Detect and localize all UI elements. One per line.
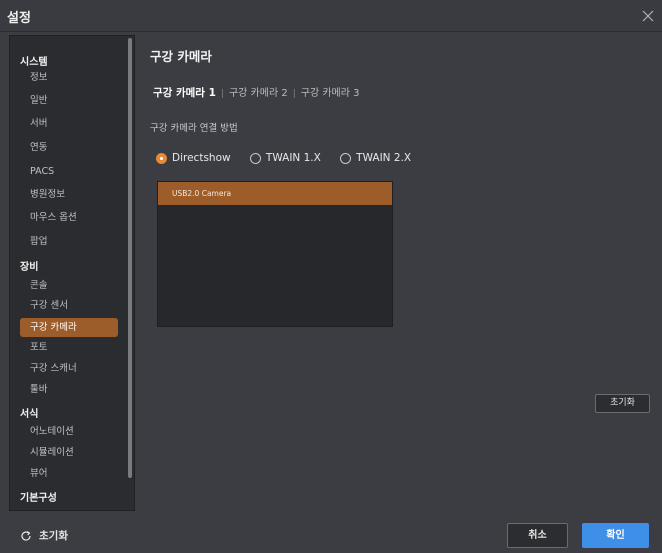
sidebar-group-basic-config: 기본구성 [20,493,57,504]
radio-unchecked-icon [249,152,261,164]
reset-all-button[interactable]: 초기화 [20,528,68,543]
sidebar-group-system: 시스템 [20,57,48,68]
radio-twain-2x[interactable]: TWAIN 2.X [340,152,411,164]
connection-method-label: 구강 카메라 연결 방법 [150,123,238,134]
sidebar-scrollbar[interactable] [128,38,132,478]
sidebar-item-pacs[interactable]: PACS [20,162,118,181]
sidebar-item-viewer[interactable]: 뷰어 [20,464,118,483]
sidebar-item-hospital-info[interactable]: 병원정보 [20,185,118,204]
ok-button[interactable]: 확인 [582,523,649,548]
reset-all-label: 초기화 [39,530,68,542]
radio-twain-1x[interactable]: TWAIN 1.X [249,152,321,164]
page-title: 구강 카메라 [150,49,212,64]
tab-separator: | [292,89,296,99]
radio-unchecked-icon [340,152,352,164]
list-item[interactable]: USB2.0 Camera [158,182,392,205]
camera-subtabs: 구강 카메라 1 | 구강 카메라 2 | 구강 카메라 3 [153,84,359,100]
cancel-button[interactable]: 취소 [507,523,568,548]
sidebar-item-mouse-options[interactable]: 마우스 옵션 [20,208,118,227]
tab-camera-2[interactable]: 구강 카메라 2 [229,88,288,99]
close-icon[interactable] [640,8,656,24]
camera-device-list[interactable]: USB2.0 Camera [157,181,393,327]
sidebar-item-simulation[interactable]: 시뮬레이션 [20,443,118,462]
sidebar-item-popup[interactable]: 팝업 [20,232,118,251]
radio-checked-icon [156,152,167,164]
tab-camera-1[interactable]: 구강 카메라 1 [153,87,216,99]
tab-separator: | [220,89,224,99]
sidebar-item-intraoral-sensor[interactable]: 구강 센서 [20,296,118,315]
window-title: 설정 [7,11,31,26]
tab-camera-3[interactable]: 구강 카메라 3 [301,88,360,99]
sidebar-group-format: 서식 [20,409,39,420]
sidebar-item-console[interactable]: 콘솔 [20,276,118,295]
sidebar-item-general[interactable]: 일반 [20,91,118,110]
sidebar-item-toolbar[interactable]: 툴바 [20,380,118,399]
sidebar-item-intraoral-camera[interactable]: 구강 카메라 [20,318,118,337]
sidebar-item-intraoral-scanner[interactable]: 구강 스캐너 [20,359,118,378]
camera-reset-button[interactable]: 초기화 [595,394,650,413]
radio-directshow[interactable]: Directshow [156,152,231,164]
settings-sidebar[interactable]: 시스템 정보 일반 서버 연동 PACS 병원정보 마우스 옵션 팝업 장비 콘… [9,35,135,511]
sidebar-item-info[interactable]: 정보 [20,68,118,87]
sidebar-group-equipment: 장비 [20,262,39,273]
sidebar-item-annotation[interactable]: 어노테이션 [20,422,118,441]
title-bar: 설정 [0,0,662,32]
sidebar-item-photo[interactable]: 포토 [20,338,118,357]
sidebar-item-integration[interactable]: 연동 [20,138,118,157]
refresh-icon [20,530,32,542]
connection-method-radio-group: Directshow TWAIN 1.X TWAIN 2.X [156,152,427,167]
sidebar-item-server[interactable]: 서버 [20,114,118,133]
